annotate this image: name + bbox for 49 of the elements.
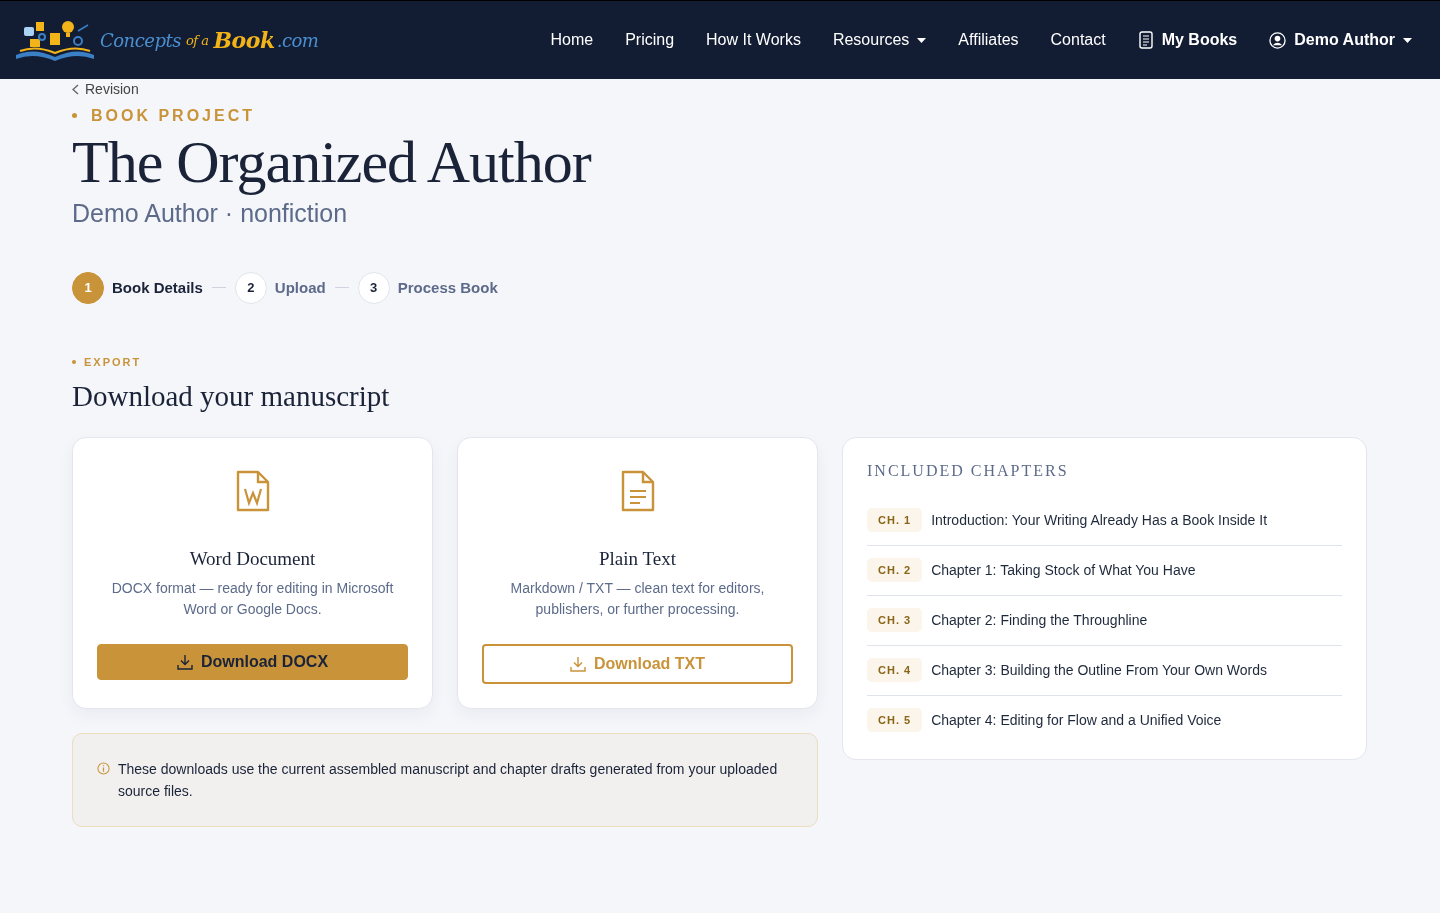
nav-link[interactable]: Home xyxy=(550,31,594,49)
step-number[interactable]: 3 xyxy=(357,271,390,304)
chevron-left-icon xyxy=(72,83,79,95)
section-label: EXPORT xyxy=(84,355,142,368)
info-icon xyxy=(97,761,110,775)
card-description: DOCX format — ready for editing in Microsoft Word or Google Docs. xyxy=(110,578,395,619)
chapter-tag: CH. 2 xyxy=(867,558,923,582)
back-link[interactable]: Revision xyxy=(72,81,139,97)
section-title: Download your manuscript xyxy=(72,379,391,413)
chapter-tag: CH. 3 xyxy=(867,608,923,632)
chapter-title: Chapter 4: Editing for Flow and a Unified Voice xyxy=(931,712,1222,728)
download-button[interactable]: Download DOCX xyxy=(97,643,408,680)
chapter-title: Chapter 2: Finding the Throughline xyxy=(931,612,1148,628)
book-subtitle: Demo Author · nonfiction xyxy=(72,198,349,228)
step-label[interactable]: Book Details xyxy=(112,279,203,296)
user-avatar-icon xyxy=(1269,31,1287,49)
chapter-title: Introduction: Your Writing Already Has a Book Inside It xyxy=(931,512,1268,528)
chapter-tag: CH. 1 xyxy=(867,508,923,532)
card-title: Word Document xyxy=(189,547,316,570)
chapter-tag: CH. 4 xyxy=(867,658,923,682)
note-text: These downloads use the current assembled manuscript and chapter drafts generated from your uploaded source files. xyxy=(118,759,779,801)
logo-link[interactable]: Concepts of a Book.com xyxy=(12,17,319,63)
nav-link[interactable]: My Books xyxy=(1137,31,1238,49)
nav-link[interactable]: How It Works xyxy=(706,31,801,49)
book-title: The Organized Author xyxy=(72,128,593,195)
chapter-tag: CH. 5 xyxy=(867,708,923,732)
caret-icon xyxy=(917,37,927,43)
step-label[interactable]: Upload xyxy=(274,279,326,296)
bullet-icon xyxy=(72,359,76,364)
word-file-icon xyxy=(235,469,270,512)
notebook-icon xyxy=(1137,31,1154,49)
caret-icon xyxy=(1403,37,1412,43)
card-title: Plain Text xyxy=(599,547,676,570)
bullet-icon xyxy=(72,113,77,118)
card-description: Markdown / TXT — clean text for editors, publishers, or further processing. xyxy=(509,578,766,619)
nav-link[interactable]: Affiliates xyxy=(958,31,1019,49)
chapter-title: Chapter 3: Building the Outline From Your Own Words xyxy=(931,662,1268,678)
eyebrow-label: BOOK PROJECT xyxy=(91,106,255,125)
download-icon xyxy=(569,655,586,672)
download-icon xyxy=(176,653,193,670)
nav-dropdown[interactable]: Resources xyxy=(832,31,927,49)
chapter-title: Chapter 1: Taking Stock of What You Have xyxy=(931,562,1196,578)
nav-link[interactable]: Pricing xyxy=(625,31,675,49)
text-file-icon xyxy=(620,469,655,512)
step-label[interactable]: Process Book xyxy=(397,279,498,296)
user-menu[interactable]: Demo Author xyxy=(1269,31,1412,49)
step-number[interactable]: 2 xyxy=(234,271,267,304)
nav-link[interactable]: Contact xyxy=(1050,31,1106,49)
panel-title: INCLUDED CHAPTERS xyxy=(867,461,1070,480)
